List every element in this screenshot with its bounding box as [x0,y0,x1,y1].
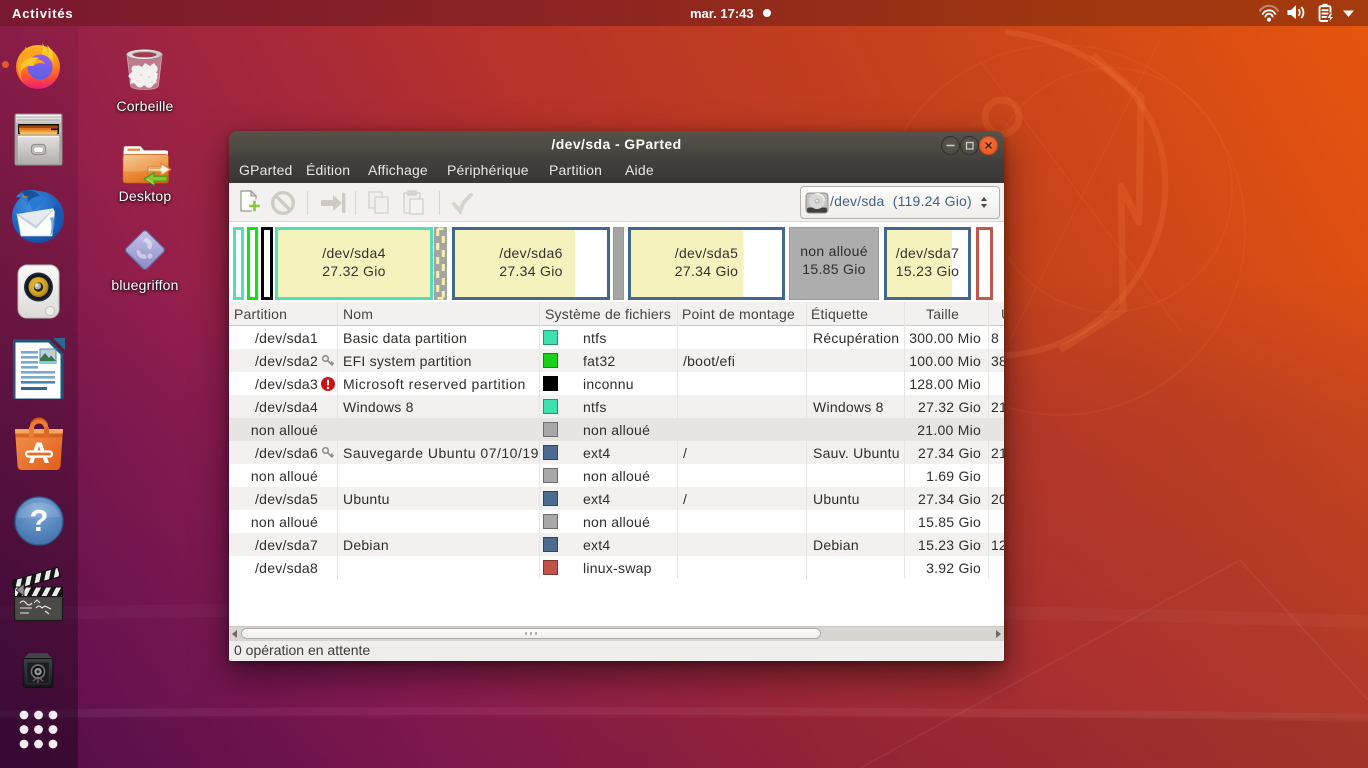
svg-text:?: ? [30,503,49,538]
